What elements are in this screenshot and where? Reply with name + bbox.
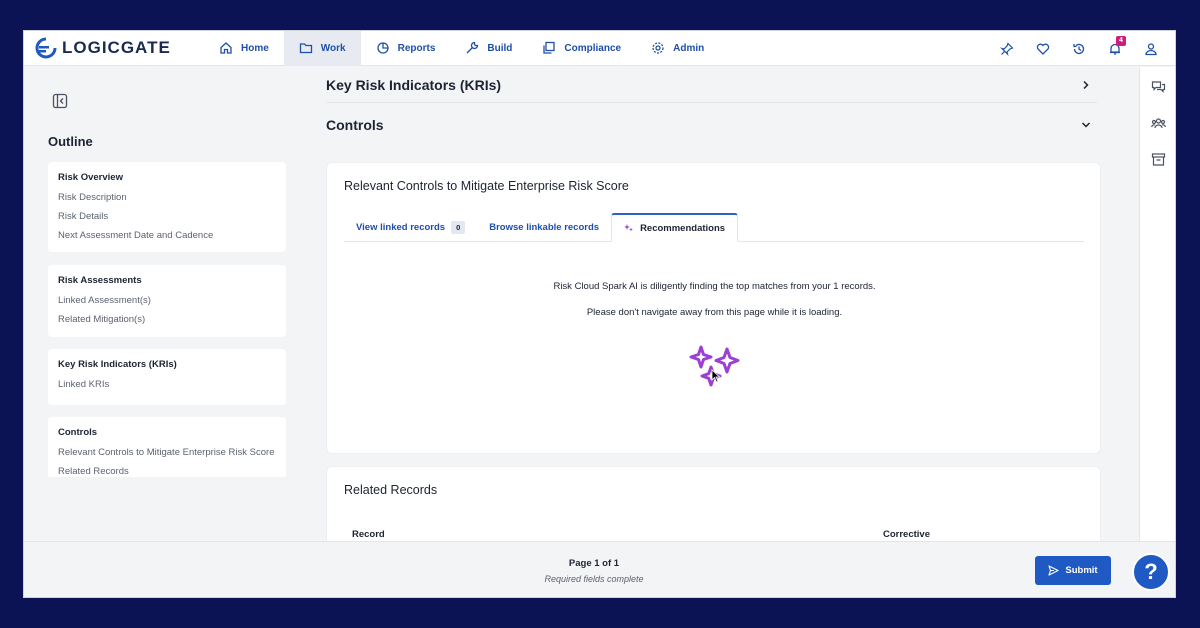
- chevron-right-icon: [1083, 80, 1089, 89]
- comments-icon: [1151, 80, 1165, 93]
- help-button[interactable]: ?: [1132, 553, 1170, 591]
- tab-label: Browse linkable records: [489, 222, 600, 233]
- favorites-button[interactable]: [1025, 31, 1061, 66]
- nav-work[interactable]: Work: [283, 31, 361, 66]
- section-kris[interactable]: Key Risk Indicators (KRIs): [326, 67, 1097, 103]
- main-content: Key Risk Indicators (KRIs) Controls Rele…: [326, 67, 1101, 541]
- submit-button[interactable]: Submit: [1035, 556, 1111, 585]
- nav-utilities: 4: [989, 31, 1169, 66]
- logo-text: LOGICGATE: [62, 38, 171, 57]
- nav-admin-label: Admin: [673, 42, 705, 54]
- users-button[interactable]: [1140, 105, 1175, 141]
- user-button[interactable]: [1133, 31, 1169, 66]
- folder-icon: [299, 43, 312, 54]
- nav-compliance-label: Compliance: [564, 42, 622, 54]
- card-title: Relevant Controls to Mitigate Enterprise…: [344, 179, 629, 193]
- nav-reports[interactable]: Reports: [361, 31, 451, 66]
- tab-recommendations[interactable]: Recommendations: [611, 213, 739, 242]
- outline-item[interactable]: Risk Description: [58, 192, 276, 203]
- nav-build-label: Build: [487, 42, 513, 54]
- card-title: Related Records: [344, 483, 438, 497]
- heart-icon: [1036, 43, 1050, 55]
- outline-group-controls: Controls Relevant Controls to Mitigate E…: [48, 417, 286, 477]
- outline-item[interactable]: Relevant Controls to Mitigate Enterprise…: [58, 447, 276, 458]
- outline-group-risk-overview: Risk Overview Risk Description Risk Deta…: [48, 162, 286, 252]
- pin-button[interactable]: [989, 31, 1025, 66]
- chevron-down-icon: [1081, 122, 1091, 128]
- nav-reports-label: Reports: [397, 42, 436, 54]
- mouse-cursor-icon: [711, 369, 721, 383]
- home-icon: [220, 42, 232, 54]
- page-indicator: Page 1 of 1: [568, 558, 620, 569]
- history-icon: [1073, 43, 1085, 54]
- gear-icon: [652, 42, 664, 54]
- outline-item[interactable]: Linked Assessment(s): [58, 295, 276, 306]
- outline-heading[interactable]: Controls: [58, 427, 276, 438]
- pin-icon: [1000, 41, 1014, 56]
- submit-label: Submit: [1065, 565, 1098, 576]
- outline-group-kris: Key Risk Indicators (KRIs) Linked KRIs: [48, 349, 286, 405]
- comments-button[interactable]: [1140, 69, 1175, 105]
- section-title: Controls: [326, 117, 384, 133]
- required-status: Required fields complete: [544, 574, 644, 584]
- right-rail: [1139, 67, 1175, 597]
- notification-badge: 4: [1116, 36, 1126, 46]
- copy-icon: [543, 41, 556, 54]
- nav-home-label: Home: [241, 42, 269, 54]
- outline-heading[interactable]: Risk Overview: [58, 172, 276, 183]
- outline-item[interactable]: Linked KRIs: [58, 379, 276, 390]
- logo[interactable]: LOGICGATE: [34, 37, 204, 59]
- outline-group-risk-assessments: Risk Assessments Linked Assessment(s) Re…: [48, 265, 286, 337]
- related-records-card: Related Records Record Corrective: [326, 466, 1101, 541]
- users-icon: [1150, 117, 1166, 128]
- sparkle-icon: [624, 224, 634, 232]
- nav-build[interactable]: Build: [450, 31, 527, 66]
- logicgate-logo-icon: [35, 37, 57, 59]
- tab-view-linked[interactable]: View linked records 0: [344, 213, 477, 242]
- column-header-record[interactable]: Record: [352, 529, 385, 540]
- column-header-corrective[interactable]: Corrective: [883, 529, 930, 540]
- outline-item[interactable]: Related Records: [58, 466, 276, 477]
- nav-work-label: Work: [320, 42, 346, 54]
- history-button[interactable]: [1061, 31, 1097, 66]
- outline-item[interactable]: Next Assessment Date and Cadence: [58, 230, 276, 241]
- notifications-button[interactable]: 4: [1097, 31, 1133, 66]
- nav-home[interactable]: Home: [204, 31, 284, 66]
- top-nav: LOGICGATE Home Work Reports Build Compli…: [24, 31, 1175, 66]
- send-icon: [1048, 565, 1059, 576]
- archive-icon: [1151, 152, 1165, 166]
- section-title: Key Risk Indicators (KRIs): [326, 76, 502, 93]
- app-window: LOGICGATE Home Work Reports Build Compli…: [23, 30, 1176, 598]
- tab-browse-linkable[interactable]: Browse linkable records: [477, 213, 611, 242]
- tab-label: Recommendations: [640, 222, 726, 234]
- controls-card: Relevant Controls to Mitigate Enterprise…: [326, 162, 1101, 454]
- linked-count-badge: 0: [451, 221, 466, 234]
- outline-heading[interactable]: Risk Assessments: [58, 275, 276, 286]
- chart-icon: [376, 42, 389, 54]
- section-controls[interactable]: Controls: [326, 107, 1097, 143]
- outline-item[interactable]: Related Mitigation(s): [58, 314, 276, 325]
- nav-compliance[interactable]: Compliance: [527, 31, 636, 66]
- loading-message: Risk Cloud Spark AI is diligently findin…: [553, 281, 876, 292]
- nav-admin[interactable]: Admin: [636, 31, 719, 66]
- loading-warning: Please don't navigate away from this pag…: [586, 307, 843, 318]
- user-icon: [1145, 42, 1157, 55]
- archive-button[interactable]: [1140, 141, 1175, 177]
- wrench-icon: [466, 41, 479, 54]
- footer-bar: Page 1 of 1 Required fields complete Sub…: [24, 541, 1175, 597]
- tab-label: View linked records: [356, 222, 446, 233]
- outline-heading[interactable]: Key Risk Indicators (KRIs): [58, 359, 276, 370]
- collapse-outline-icon[interactable]: [52, 93, 68, 109]
- record-tabs: View linked records 0 Browse linkable re…: [344, 213, 1084, 242]
- outline-item[interactable]: Risk Details: [58, 211, 276, 222]
- outline-title: Outline: [48, 134, 93, 149]
